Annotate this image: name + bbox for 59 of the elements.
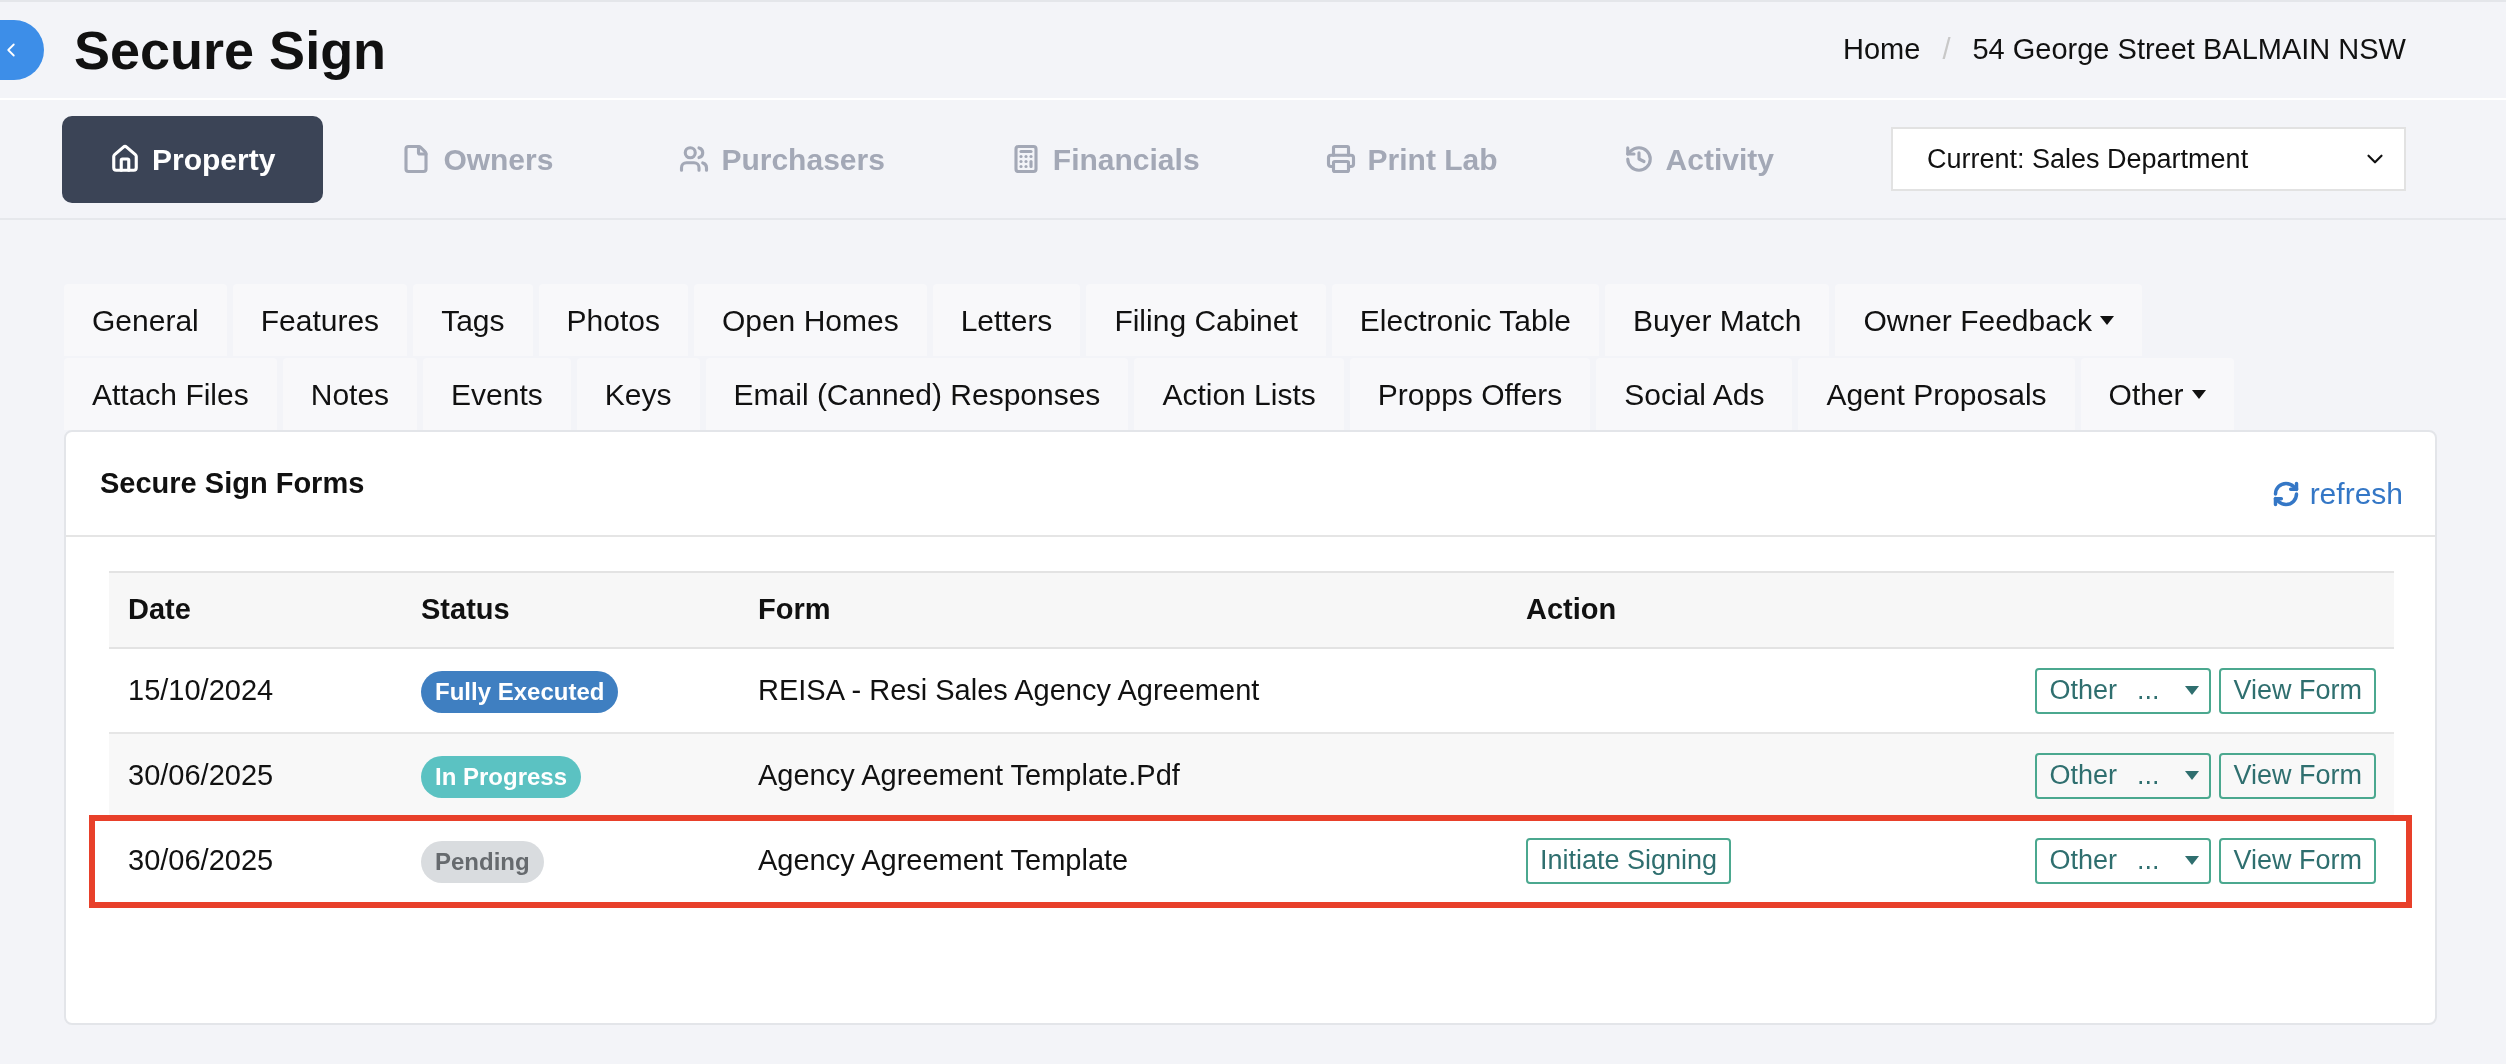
tab[interactable]: Electronic Table	[1331, 284, 1600, 356]
history-icon	[1623, 144, 1654, 174]
caret-icon	[2185, 771, 2200, 780]
tab[interactable]: Events	[423, 358, 571, 430]
breadcrumb-separator: /	[1942, 32, 1951, 68]
status-badge: Pending	[421, 840, 544, 883]
printer-icon	[1325, 144, 1356, 174]
caret-icon	[2191, 389, 2206, 399]
status-badge: In Progress	[421, 755, 582, 798]
tab[interactable]: Other	[2080, 358, 2234, 430]
tab[interactable]: Owner Feedback	[1835, 284, 2142, 356]
tab[interactable]: General	[64, 284, 227, 356]
tab[interactable]: Social Ads	[1596, 358, 1793, 430]
department-select[interactable]: Current: Sales Department	[1891, 127, 2406, 191]
caret-icon	[2185, 686, 2200, 695]
view-form-button[interactable]: View Form	[2219, 837, 2376, 884]
panel-title: Secure Sign Forms	[100, 465, 365, 501]
column-header: Date	[128, 592, 192, 628]
breadcrumb-item[interactable]: Home	[1843, 28, 1921, 72]
initiate-signing-button[interactable]: Initiate Signing	[1526, 837, 1732, 884]
tab[interactable]: Attach Files	[64, 358, 277, 430]
refresh-icon	[2271, 479, 2300, 508]
nav-tab[interactable]: Property	[62, 115, 324, 203]
form-cell-text: REISA - Resi Sales Agency Agreement	[758, 672, 1261, 708]
tab[interactable]: Open Homes	[693, 284, 927, 356]
house-icon	[110, 144, 140, 174]
tab[interactable]: Buyer Match	[1605, 284, 1830, 356]
tab[interactable]: Letters	[932, 284, 1081, 356]
status-badge: Fully Executed	[421, 670, 619, 713]
tab[interactable]: Agent Proposals	[1798, 358, 2075, 430]
column-header: Status	[421, 592, 511, 628]
people-icon	[679, 144, 710, 174]
tab[interactable]: Keys	[576, 358, 700, 430]
breadcrumb-item: 54 George Street BALMAIN NSW	[1972, 32, 2406, 68]
form-cell-text: Agency Agreement Template.Pdf	[758, 757, 1181, 793]
other-dropdown-button[interactable]: Other ...	[2035, 837, 2212, 884]
tab[interactable]: Tags	[413, 284, 533, 356]
tab[interactable]: Photos	[538, 284, 688, 356]
caret-icon	[2185, 856, 2200, 865]
tab[interactable]: Action Lists	[1134, 358, 1344, 430]
other-dropdown-button[interactable]: Other ...	[2035, 667, 2212, 714]
tab[interactable]: Propps Offers	[1349, 358, 1591, 430]
view-form-button[interactable]: View Form	[2219, 667, 2376, 714]
form-cell-text: Agency Agreement Template	[758, 842, 1130, 878]
column-header: Action	[1526, 592, 1618, 628]
date-cell-text: 15/10/2024	[128, 672, 275, 708]
tab[interactable]: Notes	[282, 358, 418, 430]
tab[interactable]: Filing Cabinet	[1086, 284, 1326, 356]
tab[interactable]: Email (Canned) Responses	[705, 358, 1129, 430]
date-cell-text: 30/06/2025	[128, 757, 275, 793]
refresh-link[interactable]: refresh	[2271, 471, 2403, 516]
date-cell-text: 30/06/2025	[128, 842, 275, 878]
page-title: Secure Sign	[74, 18, 387, 82]
other-dropdown-button[interactable]: Other ...	[2035, 752, 2212, 799]
column-header: Form	[758, 592, 832, 628]
caret-icon	[2099, 315, 2114, 325]
view-form-button[interactable]: View Form	[2219, 752, 2376, 799]
tab[interactable]: Features	[232, 284, 408, 356]
back-button[interactable]	[0, 20, 44, 80]
